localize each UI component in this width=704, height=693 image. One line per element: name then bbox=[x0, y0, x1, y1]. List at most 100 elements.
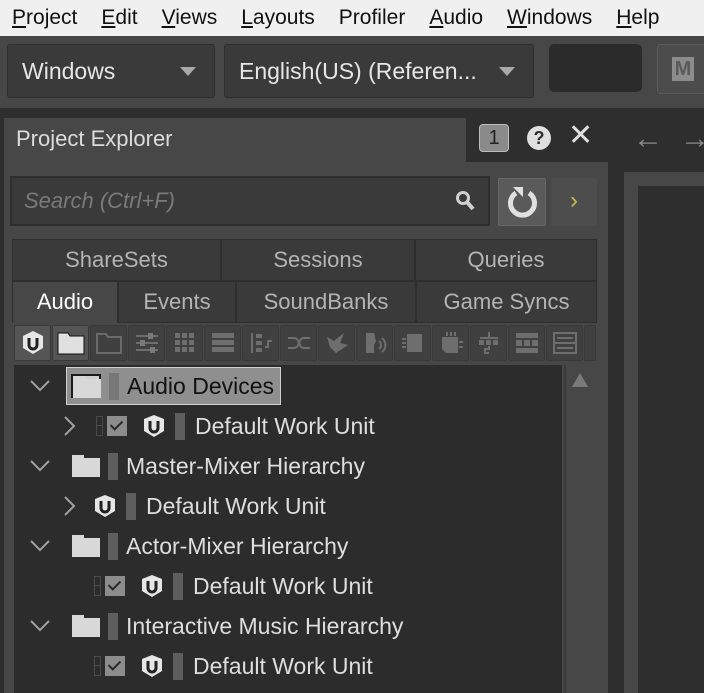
menu-bar: Project Edit Views Layouts Profiler Audio Wind… bbox=[0, 0, 704, 36]
filter-more[interactable] bbox=[584, 325, 596, 361]
folder-icon bbox=[72, 535, 100, 557]
include-checkbox[interactable] bbox=[105, 576, 125, 596]
menu-label-part: W bbox=[507, 6, 527, 29]
menu-project[interactable]: Project bbox=[12, 6, 77, 30]
filter-list[interactable] bbox=[204, 325, 241, 361]
include-checkbox[interactable] bbox=[105, 656, 125, 676]
tree-row-actor-mixer[interactable]: Actor-Mixer Hierarchy bbox=[28, 526, 348, 566]
include-checkbox[interactable] bbox=[107, 416, 127, 436]
folder-icon bbox=[72, 455, 100, 477]
tree-row-work-unit[interactable]: Default Work Unit bbox=[94, 566, 373, 606]
tree-row-audio-devices[interactable]: Audio Devices bbox=[28, 366, 282, 406]
filter-mixer[interactable] bbox=[128, 325, 165, 361]
effect-icon bbox=[552, 332, 577, 354]
filter-effect[interactable] bbox=[546, 325, 583, 361]
work-unit-icon bbox=[142, 575, 162, 597]
selection-highlight: Audio Devices bbox=[66, 367, 282, 405]
audio-device-icon bbox=[478, 332, 498, 354]
grid-icon bbox=[174, 333, 194, 352]
tree-scrollbar[interactable] bbox=[564, 365, 592, 693]
language-value: English(US) (Referen... bbox=[239, 57, 477, 84]
menu-profiler[interactable]: Profiler bbox=[339, 6, 406, 30]
filter-bus[interactable] bbox=[394, 325, 431, 361]
close-icon[interactable]: ✕ bbox=[568, 120, 593, 152]
tree-row-work-unit[interactable]: Default Work Unit bbox=[58, 406, 375, 446]
m-button[interactable]: M bbox=[657, 44, 704, 94]
toggle-handle[interactable] bbox=[96, 416, 103, 436]
search-icon[interactable] bbox=[455, 190, 475, 212]
arrow-left-icon[interactable]: ← bbox=[633, 124, 663, 154]
instance-badge[interactable]: 1 bbox=[479, 124, 509, 152]
filter-bus-layout[interactable] bbox=[508, 325, 545, 361]
menu-layouts[interactable]: Layouts bbox=[241, 6, 315, 30]
switch-icon bbox=[250, 333, 272, 353]
sliders-icon bbox=[135, 333, 158, 353]
menu-windows[interactable]: Windows bbox=[507, 6, 592, 30]
chevron-right-icon[interactable] bbox=[58, 414, 82, 438]
panel-title: Project Explorer bbox=[16, 126, 173, 151]
sync-button[interactable] bbox=[498, 178, 546, 226]
chevron-right-icon: › bbox=[570, 187, 578, 214]
tab-soundbanks[interactable]: SoundBanks bbox=[236, 281, 416, 323]
next-result-button[interactable]: › bbox=[551, 178, 597, 226]
tree-row-master-mixer[interactable]: Master-Mixer Hierarchy bbox=[28, 446, 365, 486]
tree-row-work-unit[interactable]: Default Work Unit bbox=[94, 646, 373, 686]
chevron-down-icon[interactable] bbox=[28, 374, 52, 398]
color-swatch bbox=[109, 372, 119, 400]
filter-sound[interactable] bbox=[318, 325, 355, 361]
tree-item-label: Default Work Unit bbox=[193, 572, 373, 599]
tab-queries[interactable]: Queries bbox=[415, 239, 597, 281]
filter-switch[interactable] bbox=[242, 325, 279, 361]
language-dropdown[interactable]: English(US) (Referen... bbox=[224, 44, 534, 98]
tab-audio[interactable]: Audio bbox=[12, 281, 118, 323]
tab-sharesets[interactable]: ShareSets bbox=[12, 239, 221, 281]
right-pane-content bbox=[638, 186, 704, 693]
project-explorer-tab[interactable]: Project Explorer bbox=[4, 118, 466, 164]
filter-folder[interactable] bbox=[52, 325, 89, 361]
menu-audio[interactable]: Audio bbox=[429, 6, 483, 30]
scroll-up-arrow-icon[interactable] bbox=[572, 373, 588, 387]
arrow-right-icon[interactable]: → bbox=[680, 124, 704, 154]
menu-help[interactable]: Help bbox=[616, 6, 659, 30]
chevron-down-icon[interactable] bbox=[28, 614, 52, 638]
layout-icon bbox=[515, 333, 538, 353]
platform-dropdown[interactable]: Windows bbox=[7, 44, 215, 98]
list-icon bbox=[211, 333, 234, 352]
menu-label-part: udio bbox=[443, 6, 484, 29]
filter-work-unit[interactable] bbox=[14, 325, 51, 361]
aux-bus-icon bbox=[441, 332, 463, 353]
work-unit-icon bbox=[95, 495, 115, 517]
filter-grid[interactable] bbox=[166, 325, 203, 361]
help-icon[interactable]: ? bbox=[527, 126, 551, 150]
bus-icon bbox=[401, 334, 422, 352]
tree-row-work-unit[interactable]: Default Work Unit bbox=[58, 486, 326, 526]
chevron-right-icon[interactable] bbox=[58, 494, 82, 518]
menu-label-part: A bbox=[429, 6, 444, 29]
voice-icon bbox=[365, 333, 386, 353]
tree-item-label: Actor-Mixer Hierarchy bbox=[126, 532, 349, 559]
filter-virtual-folder[interactable] bbox=[90, 325, 127, 361]
toggle-handle[interactable] bbox=[94, 576, 101, 596]
filter-toolbar bbox=[14, 325, 597, 363]
search-input[interactable]: Search (Ctrl+F) bbox=[10, 176, 490, 226]
menu-label-part: indows bbox=[526, 6, 593, 29]
menu-label-part: roject bbox=[26, 6, 78, 29]
toggle-handle[interactable] bbox=[94, 656, 101, 676]
filter-audio-device[interactable] bbox=[470, 325, 507, 361]
filter-random[interactable] bbox=[280, 325, 317, 361]
chevron-down-icon[interactable] bbox=[28, 454, 52, 478]
tree-row-interactive-music[interactable]: Interactive Music Hierarchy bbox=[28, 606, 403, 646]
menu-views[interactable]: Views bbox=[162, 6, 218, 30]
chevron-down-icon[interactable] bbox=[28, 534, 52, 558]
random-icon bbox=[287, 337, 310, 349]
tab-game-syncs[interactable]: Game Syncs bbox=[416, 281, 597, 323]
filter-aux-bus[interactable] bbox=[432, 325, 469, 361]
color-swatch bbox=[126, 492, 136, 520]
filter-voice[interactable] bbox=[356, 325, 393, 361]
project-tree: Audio Devices Default Work Unit Master-M… bbox=[14, 365, 562, 693]
tree-item-label: Interactive Music Hierarchy bbox=[126, 612, 404, 639]
tab-sessions[interactable]: Sessions bbox=[221, 239, 415, 281]
color-swatch bbox=[108, 612, 118, 640]
menu-edit[interactable]: Edit bbox=[101, 6, 137, 30]
tab-events[interactable]: Events bbox=[118, 281, 236, 323]
